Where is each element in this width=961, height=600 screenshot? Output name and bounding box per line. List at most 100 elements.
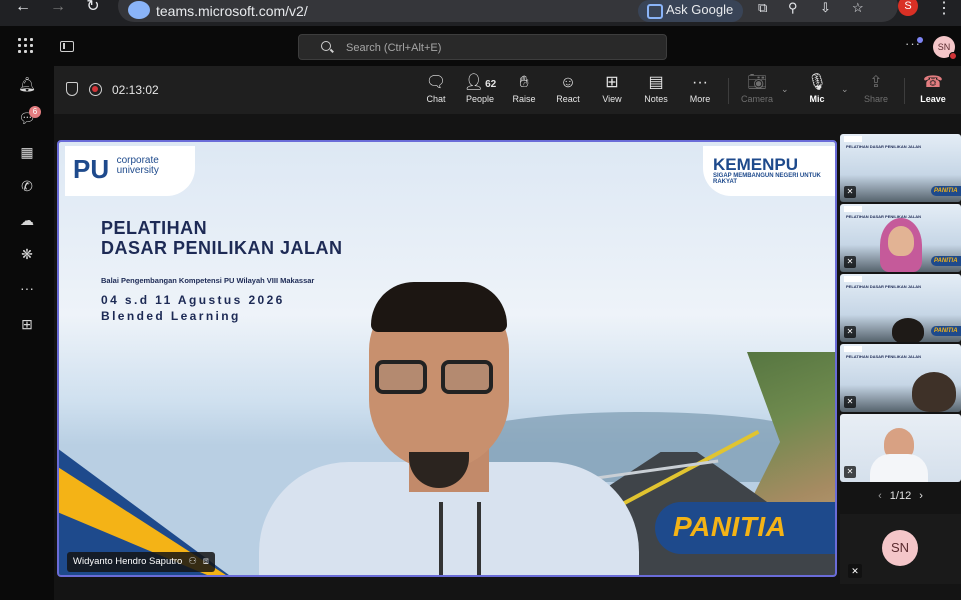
reload-icon[interactable]: ↻ [80,0,106,22]
browser-profile-avatar[interactable]: S [898,0,918,16]
ask-google-button[interactable]: Ask Google [638,0,744,22]
bookmark-star-icon[interactable]: ☆ [852,0,864,16]
pu-logo-text: corporate university [116,155,159,176]
pu-logo-mark: PU [73,154,110,184]
more-button[interactable]: ··· More [678,72,722,112]
more-apps-icon[interactable]: ··· [17,278,37,298]
mic-off-icon: ✕ [844,466,856,478]
user-avatar[interactable]: SN [933,36,957,60]
panitia-banner: PANITIA [655,502,835,554]
presenting-icon: ⧈ [202,556,209,567]
camera-off-icon: 📷︎ [746,74,768,91]
activity-bell-icon[interactable]: 🔔︎ [17,74,37,94]
toolbar-divider [904,78,905,104]
participant-name-tag: Widyanto Hendro Saputro ⚇ ⧈ [67,552,215,572]
share-button[interactable]: ⇪ Share [854,72,898,112]
self-avatar: SN [882,530,918,566]
onedrive-icon[interactable]: ☁︎ [17,210,37,230]
chat-bubble-icon: 🗨︎ [425,74,447,91]
meeting-timer: 02:13:02 [112,83,159,97]
search-placeholder: Search (Ctrl+Alt+E) [346,42,442,54]
smiley-icon: ☺︎ [559,74,577,91]
chat-unread-badge: 6 [29,106,41,118]
view-button[interactable]: ⊞ View [590,72,634,112]
app-launcher-icon[interactable] [18,38,34,54]
leave-button[interactable]: ☎︎ Leave [911,72,955,112]
gallery-page-indicator: 1/12 [889,490,912,502]
copilot-icon[interactable]: ❋ [17,244,37,264]
camera-options-chevron-icon[interactable]: ⌄ [781,84,789,95]
shield-icon [66,82,78,96]
url-text: teams.microsoft.com/v2/ [156,3,308,19]
calls-icon[interactable]: ✆ [17,176,37,196]
toolbar-divider [728,78,729,104]
notes-button[interactable]: ▤ Notes [634,72,678,112]
mic-button[interactable]: 🎙︎ Mic [795,72,839,112]
react-button[interactable]: ☺︎ React [546,72,590,112]
slide-dates: 04 s.d 11 Agustus 2026 Blended Learning [101,293,285,323]
raise-hand-button[interactable]: ✋︎ Raise [502,72,546,112]
thumb-panitia: PANITIA [931,256,961,266]
mic-off-icon: ✕ [848,564,862,578]
browser-menu-icon[interactable]: ⋮ [936,0,952,18]
participant-tile[interactable]: PELATIHAN DASAR PENILIKAN JALAN PANITIA … [840,204,961,272]
thumb-slide-title: PELATIHAN DASAR PENILIKAN JALAN [846,284,922,289]
mic-off-icon: 🎙︎ [806,74,828,91]
gallery-pager: ‹ 1/12 › [840,490,961,502]
address-bar[interactable]: teams.microsoft.com/v2/ Ask Google ⧉ ⚲ ⇩… [118,0,898,22]
people-button[interactable]: 👤︎62 People [458,72,502,112]
self-video-tile[interactable]: SN ✕ [840,514,961,584]
add-apps-icon[interactable]: ⊞ [17,314,37,334]
view-grid-icon: ⊞ [605,74,619,91]
people-icon: 👤︎62 [463,74,497,91]
raise-hand-icon: ✋︎ [519,74,529,91]
mic-off-icon: ✕ [844,326,856,338]
more-dots-icon: ··· [692,74,708,91]
participant-tile[interactable]: PELATIHAN DASAR PENILIKAN JALAN PANITIA … [840,134,961,202]
mic-off-icon: ✕ [844,256,856,268]
translate-icon[interactable]: ⧉ [758,0,767,16]
thumb-panitia: PANITIA [931,326,961,336]
next-page-icon[interactable]: › [919,490,923,502]
thumb-slide-title: PELATIHAN DASAR PENILIKAN JALAN [846,214,922,219]
presence-busy-icon [949,52,957,60]
search-icon [321,41,331,51]
zoom-icon[interactable]: ⚲ [788,0,798,16]
participant-face [912,372,956,412]
teams-header: Search (Ctrl+Alt+E) ··· SN [0,26,961,66]
participant-tile[interactable]: PELATIHAN DASAR PENILIKAN JALAN ✕ [840,344,961,412]
browser-toolbar: ← → ↻ teams.microsoft.com/v2/ Ask Google… [0,0,961,26]
sidebar-toggle-icon[interactable] [60,41,74,52]
mic-off-icon: ✕ [844,396,856,408]
mic-options-chevron-icon[interactable]: ⌄ [841,84,849,95]
participant-tile[interactable]: ✕ [840,414,961,482]
slide-title: PELATIHAN DASAR PENILIKAN JALAN [101,218,343,258]
participant-face [892,318,924,342]
meeting-stage: PU corporate university KEMENPU SIGAP MEM… [54,114,961,600]
calendar-icon[interactable]: ▦ [17,142,37,162]
recording-icon [89,83,102,96]
participant-face [888,226,914,256]
main-video-tile[interactable]: PU corporate university KEMENPU SIGAP MEM… [57,140,837,577]
install-app-icon[interactable]: ⇩ [820,0,831,16]
share-screen-icon: ⇪ [869,74,883,91]
pu-corporate-university-logo: PU corporate university [65,146,195,196]
settings-more-icon[interactable]: ··· [905,36,923,51]
chat-button[interactable]: 🗨︎ Chat [414,72,458,112]
notes-icon: ▤ [648,74,664,91]
thumb-slide-title: PELATIHAN DASAR PENILIKAN JALAN [846,354,922,359]
previous-page-icon[interactable]: ‹ [878,490,882,502]
participant-tile[interactable]: PELATIHAN DASAR PENILIKAN JALAN PANITIA … [840,274,961,342]
back-icon[interactable]: ← [10,0,36,22]
hang-up-icon: ☎︎ [923,74,943,91]
site-info-icon[interactable] [128,1,150,19]
mic-off-icon: ✕ [844,186,856,198]
camera-button[interactable]: 📷︎ Camera [735,72,779,112]
forward-icon[interactable]: → [45,0,71,22]
kemenpu-logo: KEMENPU SIGAP MEMBANGUN NEGERI UNTUK RAK… [703,146,835,196]
kemenpu-wordmark: KEMENPU [713,155,799,174]
kemenpu-tagline: SIGAP MEMBANGUN NEGERI UNTUK RAKYAT [713,173,821,185]
search-input[interactable]: Search (Ctrl+Alt+E) [298,34,667,60]
people-count: 62 [485,79,497,90]
presenter-video [259,282,639,575]
